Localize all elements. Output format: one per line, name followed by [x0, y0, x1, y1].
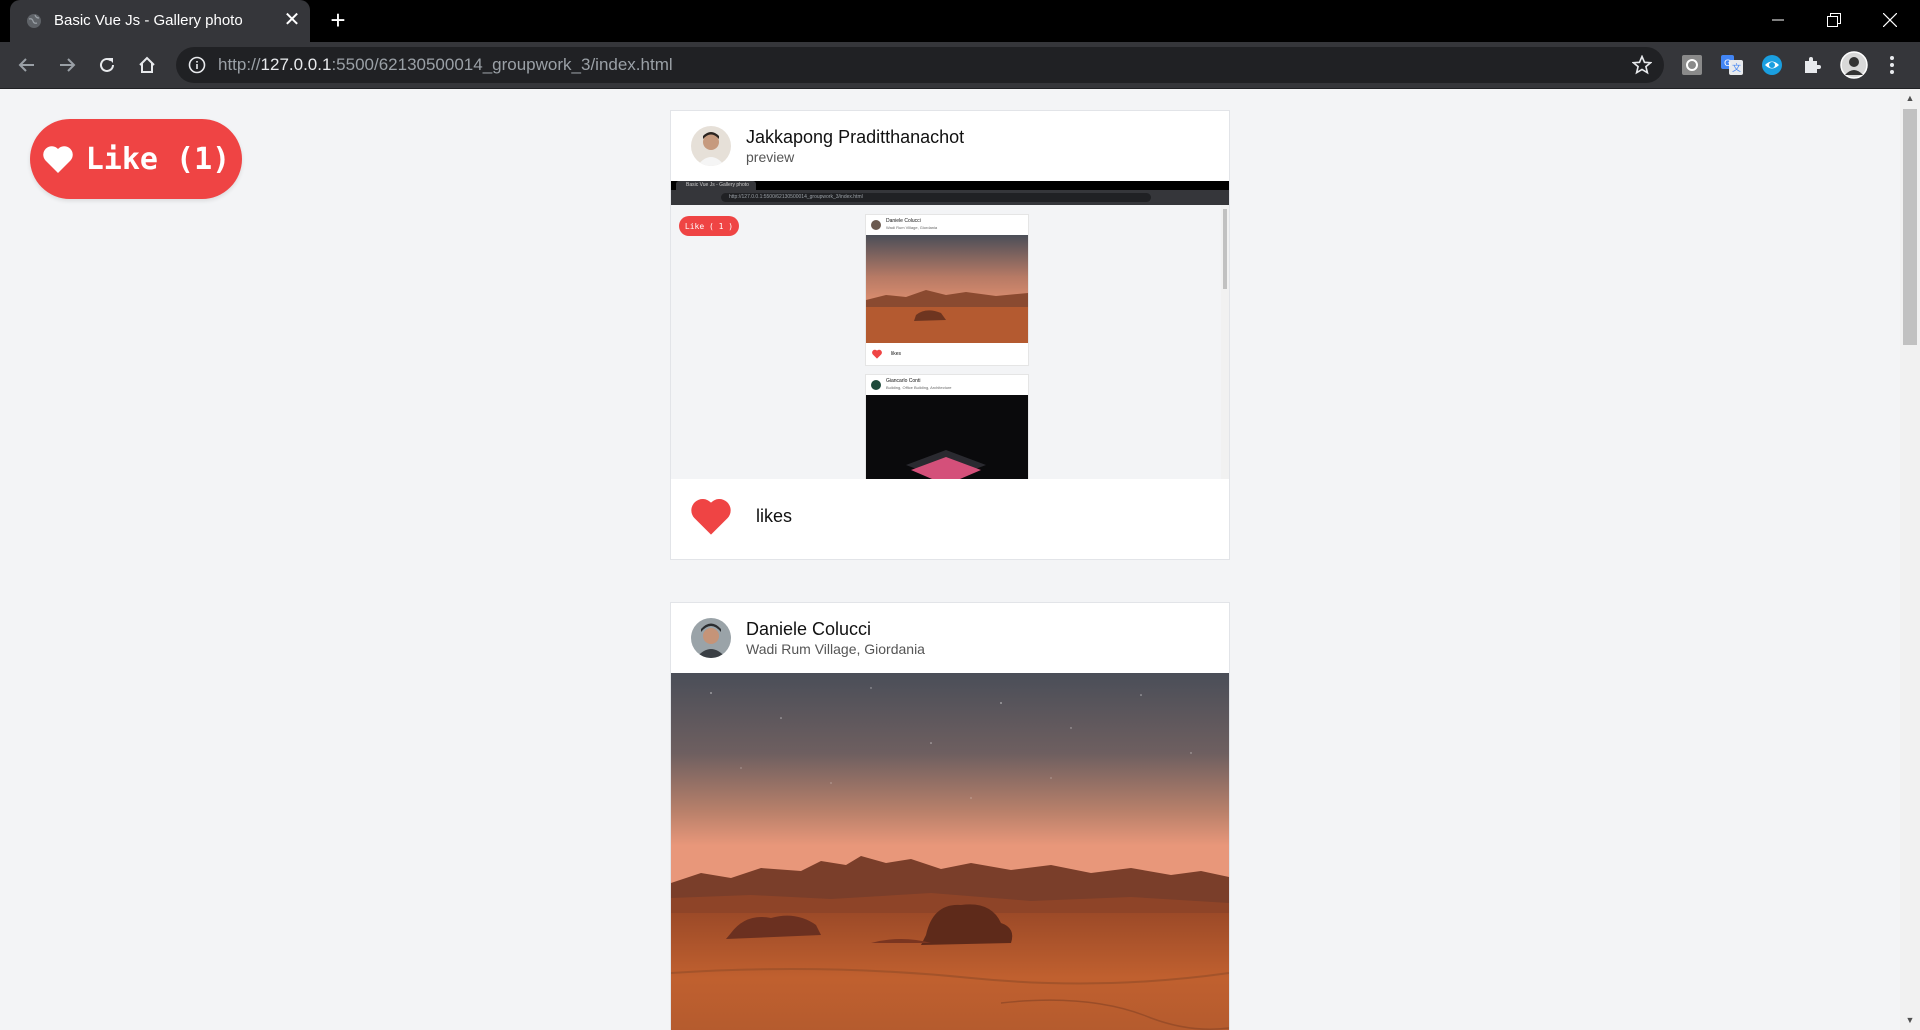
post-header: Daniele Colucci Wadi Rum Village, Giorda…: [671, 603, 1229, 673]
new-tab-button[interactable]: +: [324, 6, 352, 34]
restore-button[interactable]: [1806, 0, 1862, 40]
minimize-button[interactable]: [1750, 0, 1806, 40]
extensions-puzzle-icon[interactable]: [1800, 53, 1824, 77]
reload-icon: [100, 57, 114, 72]
forward-button[interactable]: [53, 51, 81, 79]
scroll-down-arrow-icon[interactable]: ▼: [1905, 1015, 1915, 1025]
mini-tab-title: Basic Vue Js - Gallery photo: [686, 182, 749, 188]
eye-extension-icon[interactable]: [1760, 53, 1784, 77]
extension-o-icon[interactable]: [1680, 53, 1704, 77]
home-icon: [139, 56, 155, 73]
url-text[interactable]: http://127.0.0.1:5500/62130500014_groupw…: [218, 55, 673, 75]
back-button[interactable]: [13, 51, 41, 79]
mini-desert-image: [866, 235, 1028, 343]
post-image-preview-screenshot[interactable]: Basic Vue Js - Gallery photo http://127.…: [671, 181, 1229, 479]
mini-post-header: Giancarlo Conti Building, Office Buildin…: [866, 375, 1028, 395]
mini-heart-icon: [872, 349, 882, 359]
url-path: :5500/62130500014_groupwork_3/index.html: [331, 55, 673, 74]
browser-titlebar: Basic Vue Js - Gallery photo ✕ +: [0, 0, 1920, 42]
mini-building-image: [866, 395, 1028, 479]
mini-post-card: Giancarlo Conti Building, Office Buildin…: [865, 374, 1029, 479]
mini-location: Wadi Rum Village, Giordania: [886, 225, 938, 230]
arrow-left-icon: [18, 58, 34, 72]
like-counter-label: Like (1): [85, 141, 231, 177]
mini-like-button: Like ( 1 ): [679, 216, 739, 236]
post-card: Jakkapong Praditthanachot preview Basic …: [670, 110, 1230, 560]
avatar: [691, 618, 731, 658]
address-bar[interactable]: http://127.0.0.1:5500/62130500014_groupw…: [176, 47, 1664, 83]
mini-post-card: Daniele Colucci Wadi Rum Village, Giorda…: [865, 214, 1029, 366]
mini-scrollbar: [1221, 205, 1229, 479]
heart-icon[interactable]: [689, 496, 733, 536]
close-window-button[interactable]: [1862, 0, 1918, 40]
menu-dots-icon[interactable]: [1880, 53, 1904, 77]
scroll-thumb[interactable]: [1903, 109, 1917, 345]
mini-post-header: Daniele Colucci Wadi Rum Village, Giorda…: [866, 215, 1028, 235]
scroll-up-arrow-icon[interactable]: ▲: [1905, 93, 1915, 103]
heart-icon: [43, 146, 73, 173]
post-header: Jakkapong Praditthanachot preview: [671, 111, 1229, 181]
mini-likes-label: likes: [891, 351, 902, 357]
mini-url: http://127.0.0.1:5500/62130500014_groupw…: [729, 194, 863, 200]
url-scheme: http://: [218, 55, 261, 74]
mini-post-footer: likes: [866, 343, 1028, 365]
translate-icon[interactable]: G文: [1720, 53, 1744, 77]
minimize-icon: [1772, 19, 1784, 21]
likes-label: likes: [756, 506, 793, 526]
home-button[interactable]: [133, 51, 161, 79]
svg-text:文: 文: [1732, 62, 1741, 74]
post-author: Jakkapong Praditthanachot: [746, 127, 965, 147]
post-card: Daniele Colucci Wadi Rum Village, Giorda…: [670, 602, 1230, 1030]
avatar: [691, 126, 731, 166]
reload-button[interactable]: [93, 51, 121, 79]
browser-toolbar: http://127.0.0.1:5500/62130500014_groupw…: [0, 42, 1920, 89]
close-tab-icon[interactable]: ✕: [280, 8, 304, 32]
browser-tab[interactable]: Basic Vue Js - Gallery photo ✕: [10, 0, 310, 42]
mini-avatar: [871, 220, 881, 230]
mini-scroll-thumb: [1223, 209, 1227, 289]
post-location: Wadi Rum Village, Giordania: [746, 641, 925, 657]
mini-address-bar: http://127.0.0.1:5500/62130500014_groupw…: [721, 193, 1151, 202]
tab-title: Basic Vue Js - Gallery photo: [54, 12, 243, 29]
mini-titlebar: Basic Vue Js - Gallery photo: [671, 181, 1229, 190]
post-footer: likes: [671, 479, 1229, 559]
globe-icon: [27, 14, 41, 28]
post-location: preview: [746, 149, 795, 165]
like-counter-button[interactable]: Like (1): [30, 119, 242, 199]
page-scrollbar[interactable]: ▲ ▼: [1900, 89, 1920, 1030]
url-host: 127.0.0.1: [260, 55, 332, 74]
arrow-right-icon: [60, 58, 76, 72]
post-author: Daniele Colucci: [746, 619, 872, 639]
mini-tab: Basic Vue Js - Gallery photo: [676, 181, 756, 190]
mini-location: Building, Office Building, Architecture: [886, 385, 952, 390]
mini-author: Daniele Colucci: [886, 218, 921, 224]
star-icon[interactable]: [1632, 55, 1652, 75]
mini-toolbar: http://127.0.0.1:5500/62130500014_groupw…: [671, 190, 1229, 205]
post-image-desert[interactable]: [671, 673, 1229, 1030]
info-icon[interactable]: [188, 56, 206, 74]
close-icon: [1883, 13, 1897, 27]
profile-avatar[interactable]: [1840, 51, 1868, 79]
svg-text:G: G: [1724, 59, 1731, 69]
mini-avatar: [871, 380, 881, 390]
restore-icon: [1827, 13, 1841, 27]
page-viewport: Like (1) Jakkapong Praditthanachot previ…: [0, 89, 1900, 1030]
mini-author: Giancarlo Conti: [886, 378, 921, 384]
